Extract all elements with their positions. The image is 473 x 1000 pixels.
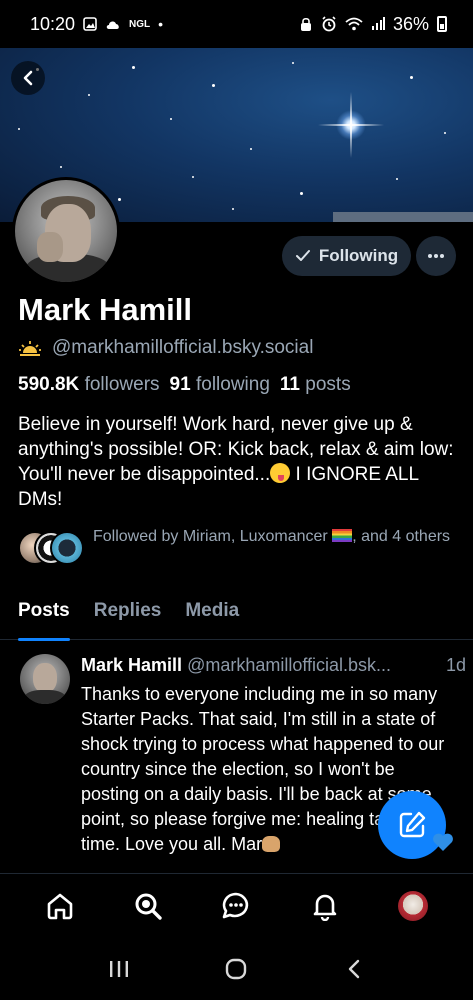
system-home-button[interactable] [212, 945, 260, 993]
banner-star [88, 94, 90, 96]
following-count: 91 [169, 374, 191, 395]
chevron-left-icon [23, 70, 33, 86]
tab-posts[interactable]: Posts [18, 592, 70, 641]
gallery-icon [83, 17, 97, 31]
banner-star [170, 118, 172, 120]
nav-home[interactable] [36, 882, 84, 930]
profile-tabs: Posts Replies Media [0, 592, 473, 641]
banner-star [118, 198, 121, 201]
banner-star [396, 178, 398, 180]
followed-by-text[interactable]: Followed by Miriam, Luxomancer , and 4 o… [93, 527, 453, 547]
home-circle-icon [226, 958, 247, 980]
recents-icon [109, 961, 128, 977]
ngl-indicator: NGL [129, 18, 151, 30]
home-icon [47, 893, 73, 920]
tab-media[interactable]: Media [185, 592, 239, 640]
bottom-nav [0, 873, 473, 938]
banner-star [410, 76, 413, 79]
status-left: 10:20 NGL • [30, 14, 163, 35]
nav-notifications[interactable] [301, 882, 349, 930]
banner-star [132, 66, 135, 69]
following-button[interactable]: Following [282, 236, 411, 276]
banner-star [300, 192, 303, 195]
profile-avatar[interactable] [12, 177, 120, 285]
stats-row: 590.8K followers 91 following 11 posts [18, 374, 351, 396]
pencil-square-icon [399, 811, 426, 838]
nav-chat[interactable] [212, 882, 260, 930]
banner-star [232, 208, 234, 210]
signal-icon [371, 17, 385, 30]
battery-percent: 36% [392, 13, 429, 34]
following-stat[interactable]: 91 following [170, 374, 270, 396]
profile-bio: Believe in yourself! Work hard, never gi… [18, 412, 458, 512]
followers-count: 590.8K [18, 374, 80, 395]
chat-icon [223, 892, 249, 919]
post-author-line[interactable]: Mark Hamill @markhamillofficial.bsk... [81, 655, 391, 676]
rainbow-flag-icon [332, 529, 353, 542]
status-bar: 10:20 NGL • 36% [0, 0, 473, 48]
banner-strip [333, 212, 473, 222]
recents-button[interactable] [95, 945, 143, 993]
post-avatar-body [24, 690, 66, 704]
tab-replies[interactable]: Replies [94, 592, 162, 640]
bell-icon [313, 894, 336, 921]
banner-star [192, 176, 194, 178]
post-author-name: Mark Hamill [81, 655, 183, 675]
battery-icon [437, 16, 447, 32]
nav-search[interactable] [124, 882, 172, 930]
posts-label: posts [305, 374, 351, 395]
nav-profile[interactable] [389, 882, 437, 930]
followers-stat[interactable]: 590.8K followers [18, 374, 160, 396]
hand-emoji-icon [262, 836, 281, 852]
tongue-face-emoji-icon [270, 463, 291, 483]
status-dot: • [158, 16, 164, 32]
posts-count: 11 [279, 374, 300, 395]
followers-label: followers [84, 374, 160, 395]
banner-star [212, 84, 215, 87]
alarm-icon [322, 16, 336, 32]
following-stat-label: following [195, 374, 270, 395]
status-right: 36% [299, 14, 447, 35]
posts-stat: 11 posts [280, 374, 351, 396]
bright-star [318, 92, 384, 158]
followed-by-avatars[interactable] [18, 531, 84, 567]
post-author-avatar[interactable] [20, 654, 70, 704]
search-icon [135, 893, 162, 920]
followed-by-suffix: , and 4 others [352, 528, 451, 545]
following-label: Following [318, 246, 399, 265]
status-time: 10:20 [30, 13, 76, 34]
post-timestamp: 1d [445, 655, 466, 675]
post-author-handle: @markhamillofficial.bsk... [187, 655, 392, 675]
back-button[interactable] [11, 61, 45, 95]
post-avatar-face [33, 663, 57, 693]
more-options-button[interactable] [416, 236, 456, 276]
system-nav-bar [0, 938, 473, 1000]
banner-star [60, 166, 62, 168]
avatar-hand [37, 232, 63, 262]
post-header: Mark Hamill @markhamillofficial.bsk... 1… [81, 655, 466, 676]
cloud-icon [106, 21, 119, 29]
banner-star [18, 128, 20, 130]
avatar [397, 891, 428, 921]
system-back-button[interactable] [330, 945, 378, 993]
heart-icon [433, 833, 453, 851]
sunrise-icon [19, 341, 41, 356]
check-icon [295, 250, 310, 261]
profile-handle: @markhamillofficial.bsky.social [52, 337, 314, 358]
banner-star [292, 62, 294, 64]
banner-star [250, 148, 252, 150]
banner-star [444, 132, 446, 134]
back-chevron-icon [348, 959, 360, 979]
handle-row[interactable]: @markhamillofficial.bsky.social [18, 337, 313, 359]
followed-by-prefix: Followed by Miriam, Luxomancer [93, 528, 333, 545]
display-name: Mark Hamill [18, 292, 193, 327]
ellipsis-icon [428, 254, 444, 258]
lock-shield-icon [300, 17, 311, 31]
wifi-icon [345, 17, 363, 31]
follower-avatar [50, 531, 84, 565]
